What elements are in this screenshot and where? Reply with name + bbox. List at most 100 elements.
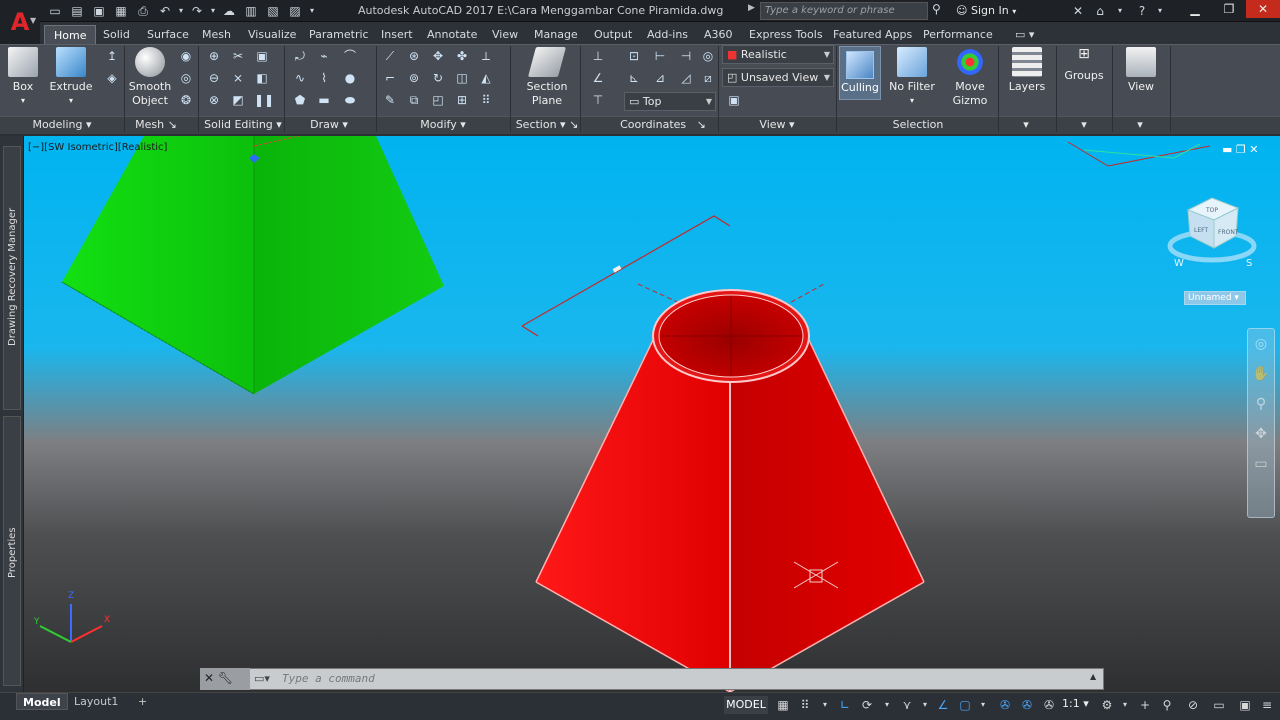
tab-options-button[interactable]: ▭ ▾ xyxy=(1006,25,1043,44)
save-icon[interactable]: ▣ xyxy=(88,2,110,20)
application-menu-button[interactable]: A ▼ xyxy=(0,0,40,44)
tab-parametric[interactable]: Parametric xyxy=(300,25,378,44)
culling-button[interactable]: Culling xyxy=(839,46,881,100)
command-input[interactable]: Type a command xyxy=(282,672,375,685)
ucs-name-dropdown[interactable]: Unnamed ▾ xyxy=(1184,291,1246,305)
isolate-objects-icon[interactable]: ⊘ xyxy=(1184,697,1202,713)
tab-express-tools[interactable]: Express Tools xyxy=(740,25,832,44)
object-snap-tracking-icon[interactable]: ∠ xyxy=(934,697,952,713)
gear-icon[interactable]: ⚙ xyxy=(1098,697,1116,713)
panel-selection[interactable]: Selection xyxy=(886,117,950,133)
help-icon[interactable]: ? xyxy=(1132,2,1152,20)
viewcube[interactable]: TOP LEFT FRONT W S xyxy=(1167,197,1257,269)
helix-icon[interactable]: ⌇ xyxy=(316,70,332,86)
pan-icon[interactable]: ✋ xyxy=(1248,359,1274,389)
layers-button[interactable]: Layers xyxy=(1004,47,1050,94)
close-button[interactable]: ✕ xyxy=(1246,0,1280,18)
chevron-down-icon[interactable]: ▾ xyxy=(1018,117,1034,133)
chevron-right-icon[interactable]: ▶ xyxy=(748,3,760,19)
command-prompt-icon[interactable]: ▭▾ xyxy=(254,670,278,688)
extrude-faces-icon[interactable]: ◧ xyxy=(254,70,270,86)
3d-polyline-icon[interactable]: ⌁ xyxy=(316,48,332,64)
save-as-icon[interactable]: ▦ xyxy=(110,2,132,20)
ucs-icon-props-icon[interactable]: ◎ xyxy=(700,48,716,64)
minimize-button[interactable]: ▁ xyxy=(1178,0,1212,18)
panel-solid-editing[interactable]: Solid Editing ▾ xyxy=(198,117,288,133)
named-view-combo[interactable]: ◰ Unsaved View ▼ xyxy=(722,68,834,87)
model-space-button[interactable]: MODEL xyxy=(724,696,768,714)
panel-view[interactable]: View ▾ xyxy=(752,117,802,133)
panel-draw[interactable]: Draw ▾ xyxy=(298,117,360,133)
orbit-icon[interactable]: ✥ xyxy=(1248,419,1274,449)
box-button[interactable]: Box ▾ xyxy=(4,47,42,108)
binoculars-icon[interactable]: ⚲ xyxy=(932,2,950,20)
viewport-config-icon[interactable]: ▣ xyxy=(726,92,742,108)
section-plane-button[interactable]: Section Plane xyxy=(522,47,572,108)
3d-mirror-icon[interactable]: ◫ xyxy=(454,70,470,86)
smooth-more-icon[interactable]: ◉ xyxy=(178,48,194,64)
drawing-canvas[interactable]: Z Y X TOP LEFT FRONT W S xyxy=(24,136,1280,692)
scale-icon[interactable]: ◰ xyxy=(430,92,446,108)
panel-section[interactable]: Section ▾ ↘ xyxy=(512,117,582,133)
help-search-input[interactable]: Type a keyword or phrase xyxy=(760,2,928,20)
move-icon[interactable]: ✥ xyxy=(430,48,446,64)
fillet-icon[interactable]: ⌐ xyxy=(382,70,398,86)
annotation-scale-value[interactable]: 1:1 ▾ xyxy=(1062,697,1089,710)
redo-dropdown-icon[interactable]: ▾ xyxy=(208,2,218,20)
trim-icon[interactable]: ⟋ xyxy=(382,48,398,64)
no-filter-button[interactable]: No Filter ▾ xyxy=(888,47,936,108)
ucs-view-icon[interactable]: ⊣ xyxy=(678,48,694,64)
close-icon[interactable]: ✕ xyxy=(204,671,214,685)
tab-annotate[interactable]: Annotate xyxy=(418,25,486,44)
plus-icon[interactable]: + xyxy=(1136,697,1154,713)
3d-rotate-icon[interactable]: ✤ xyxy=(454,48,470,64)
tab-model[interactable]: Model xyxy=(16,693,68,710)
polar-icon[interactable]: ⟳ xyxy=(858,697,876,713)
spline-icon[interactable]: ∿ xyxy=(292,70,308,86)
object-snap-icon[interactable]: ▢ xyxy=(956,697,974,713)
panel-mesh[interactable]: Mesh ↘ xyxy=(128,117,184,133)
panel-modeling[interactable]: Modeling ▾ xyxy=(10,117,114,133)
interfere-icon[interactable]: ⨯ xyxy=(230,70,246,86)
tab-home[interactable]: Home xyxy=(44,25,97,44)
offset-icon[interactable]: ⟂ xyxy=(478,48,494,64)
tab-insert[interactable]: Insert xyxy=(372,25,422,44)
tab-manage[interactable]: Manage xyxy=(525,25,587,44)
a360-icon[interactable]: ⌂ xyxy=(1090,2,1110,20)
tab-performance[interactable]: Performance xyxy=(914,25,1002,44)
chevron-down-icon[interactable]: ▾ xyxy=(1150,2,1170,20)
3d-align-icon[interactable]: ⊚ xyxy=(406,70,422,86)
green-pyramid-solid[interactable] xyxy=(61,136,444,395)
union-icon[interactable]: ⊕ xyxy=(206,48,222,64)
ucs-world-icon[interactable]: ⊡ xyxy=(626,48,642,64)
redo-icon[interactable]: ↷ xyxy=(186,2,208,20)
ucs-object-icon[interactable]: ⧄ xyxy=(700,70,716,86)
maximize-icon[interactable]: ❐ xyxy=(1236,143,1246,156)
tab-visualize[interactable]: Visualize xyxy=(239,25,305,44)
tab-view[interactable]: View xyxy=(483,25,527,44)
chevron-down-icon[interactable]: ▾ xyxy=(1110,2,1130,20)
restore-button[interactable]: ❐ xyxy=(1212,0,1246,18)
ortho-icon[interactable]: ∟ xyxy=(836,697,854,713)
chevron-down-icon[interactable]: ▾ xyxy=(816,697,834,713)
tab-add-ins[interactable]: Add-ins xyxy=(638,25,697,44)
separate-icon[interactable]: ❚❚ xyxy=(254,92,274,108)
model-viewport[interactable]: Z Y X TOP LEFT FRONT W S xyxy=(24,136,1280,692)
open-icon[interactable]: ▤ xyxy=(66,2,88,20)
polyline-icon[interactable]: ⤾ xyxy=(292,48,308,64)
exchange-apps-icon[interactable]: ✕ xyxy=(1068,2,1088,20)
annotation-visibility-icon[interactable]: ✇ xyxy=(996,697,1014,713)
ucs-z-icon[interactable]: ◿ xyxy=(678,70,694,86)
minimize-icon[interactable]: ▬ xyxy=(1222,143,1232,156)
explode-icon[interactable]: ✎ xyxy=(382,92,398,108)
slice-icon[interactable]: ✂ xyxy=(230,48,246,64)
refine-mesh-icon[interactable]: ❂ xyxy=(178,92,194,108)
smooth-less-icon[interactable]: ◎ xyxy=(178,70,194,86)
add-layout-icon[interactable]: + xyxy=(132,693,153,710)
tab-mesh[interactable]: Mesh xyxy=(193,25,240,44)
red-cone-pyramid-solid[interactable] xyxy=(535,289,925,692)
chevron-down-icon[interactable]: ▾ xyxy=(1132,117,1148,133)
chevron-down-icon[interactable]: ▾ xyxy=(974,697,992,713)
tab-a360[interactable]: A360 xyxy=(695,25,742,44)
circle-icon[interactable]: ● xyxy=(342,70,358,86)
